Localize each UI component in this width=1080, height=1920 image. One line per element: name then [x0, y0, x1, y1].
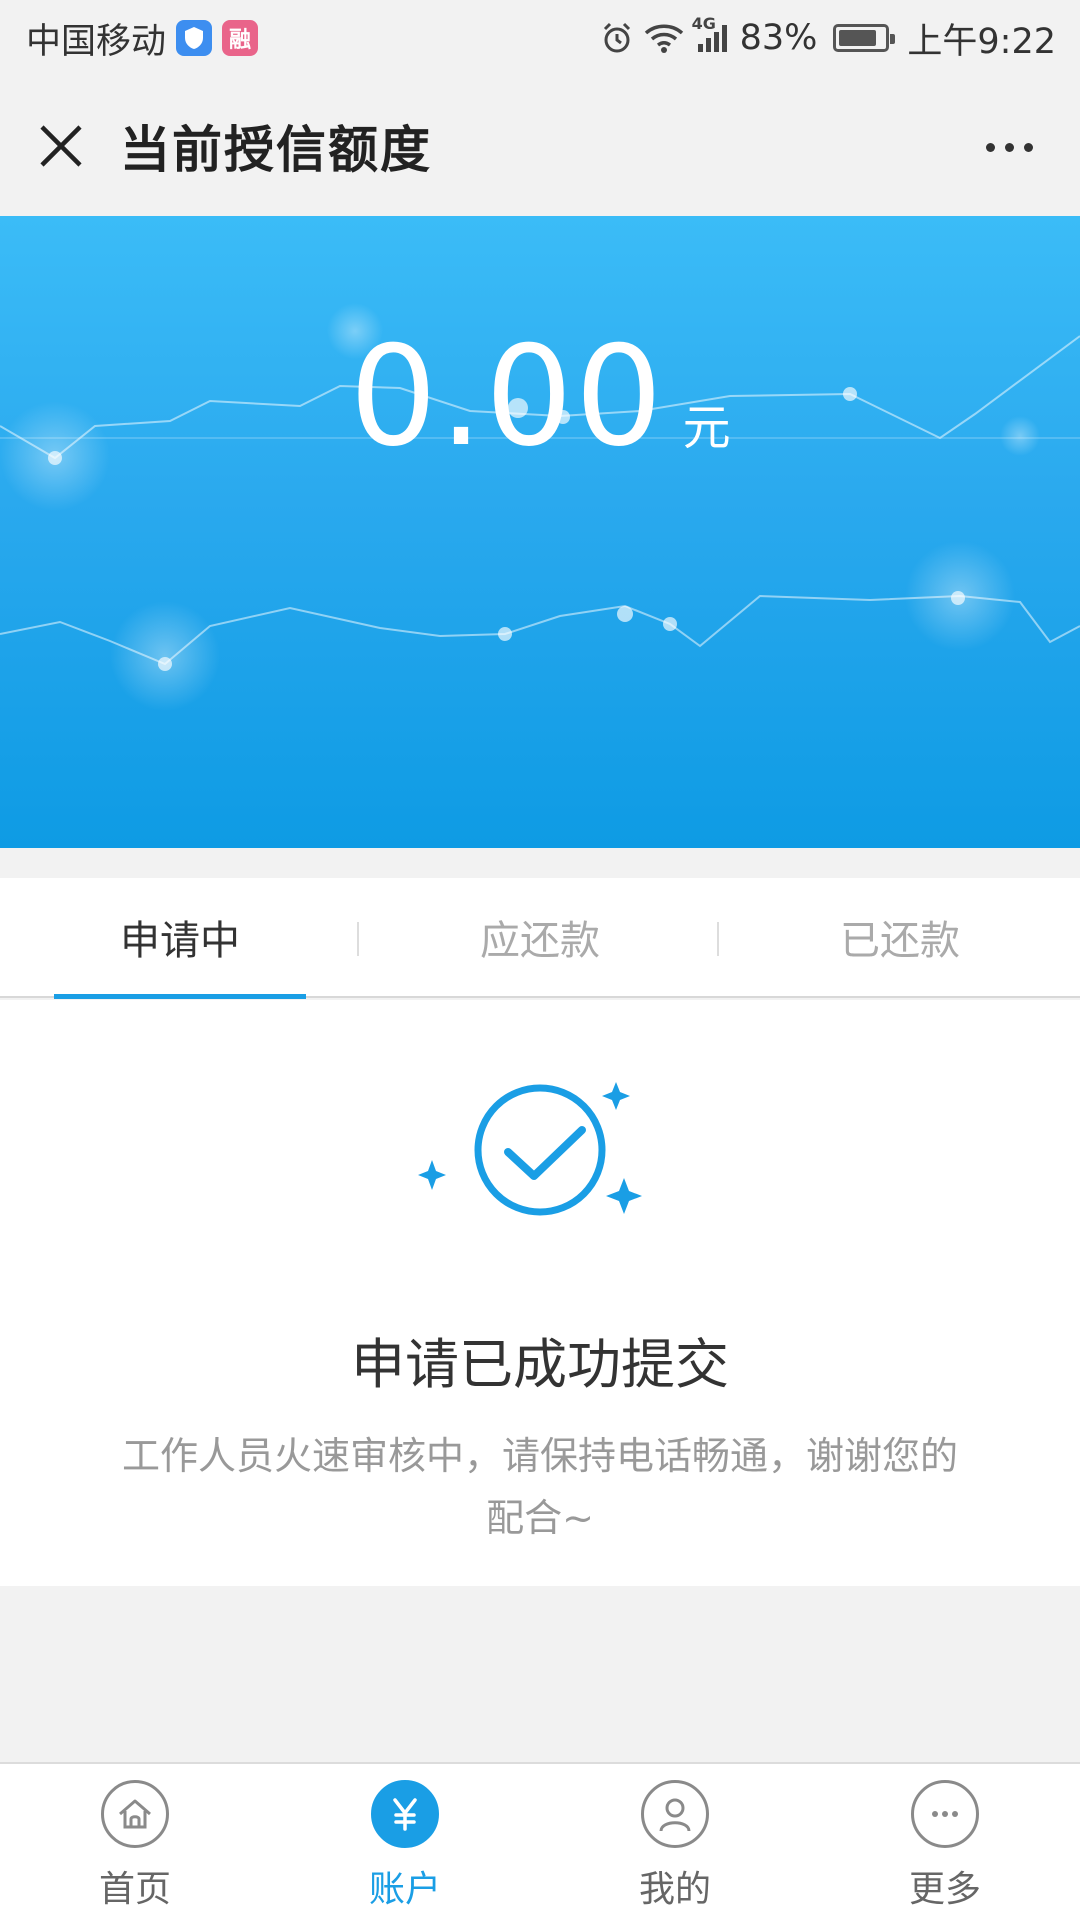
more-dot-icon — [985, 142, 995, 152]
amount-unit: 元 — [682, 400, 731, 456]
page-title: 当前授信额度 — [120, 121, 432, 179]
success-title: 申请已成功提交 — [351, 1333, 729, 1396]
carrier-name: 中国移动 — [26, 21, 167, 62]
tab-applying[interactable]: 申请中 — [0, 878, 360, 996]
credit-banner: 0.00 元 — [0, 216, 1080, 848]
battery-percent: 83% — [739, 18, 818, 58]
nav-item-account[interactable]: 账户 — [270, 1764, 540, 1920]
nav-item-more[interactable]: 更多 — [810, 1764, 1080, 1920]
rong-app-icon: 融 — [222, 20, 259, 56]
close-icon — [40, 125, 82, 167]
alarm-icon — [600, 21, 634, 55]
nav-label-home: 首页 — [98, 1869, 171, 1910]
signal-icon: 4G — [692, 14, 730, 54]
tab-divider — [717, 922, 719, 956]
amount-value: 0.00 — [349, 316, 665, 477]
bottom-navigation: 首页 账户 我的 更多 — [0, 1762, 1080, 1920]
success-check-icon — [418, 1082, 642, 1216]
success-description: 工作人员火速审核中，请保持电话畅通，谢谢您的配合~ — [121, 1434, 958, 1540]
credit-amount: 0.00 元 — [0, 316, 1080, 477]
more-dot-icon — [1023, 142, 1033, 152]
battery-icon — [833, 24, 896, 52]
nav-item-mine[interactable]: 我的 — [540, 1764, 810, 1920]
home-icon — [101, 1780, 169, 1848]
clock-time: 上午9:22 — [907, 21, 1056, 62]
tab-due-repayment[interactable]: 应还款 — [360, 878, 720, 996]
status-tabs: 申请中 应还款 已还款 — [0, 878, 1080, 998]
tab-divider — [357, 922, 359, 956]
yen-icon — [371, 1780, 439, 1848]
banner-decoration — [0, 303, 1080, 711]
active-tab-indicator — [54, 994, 306, 999]
more-options-button[interactable] — [974, 112, 1044, 182]
nav-header: 当前授信额度 — [0, 76, 1080, 216]
more-icon — [911, 1780, 979, 1848]
user-icon — [641, 1780, 709, 1848]
nav-label-more: 更多 — [908, 1869, 981, 1910]
shield-app-icon — [176, 20, 213, 56]
nav-label-mine: 我的 — [638, 1869, 711, 1910]
tab-repaid[interactable]: 已还款 — [720, 878, 1080, 996]
more-dot-icon — [1004, 142, 1014, 152]
close-button[interactable] — [26, 111, 96, 181]
nav-item-home[interactable]: 首页 — [0, 1764, 270, 1920]
wifi-icon — [644, 22, 684, 54]
nav-label-account: 账户 — [368, 1869, 441, 1910]
status-bar: 中国移动 融 4G 83% 上午9:22 — [0, 0, 1080, 76]
result-panel: 申请已成功提交 工作人员火速审核中，请保持电话畅通，谢谢您的配合~ — [0, 1000, 1080, 1586]
